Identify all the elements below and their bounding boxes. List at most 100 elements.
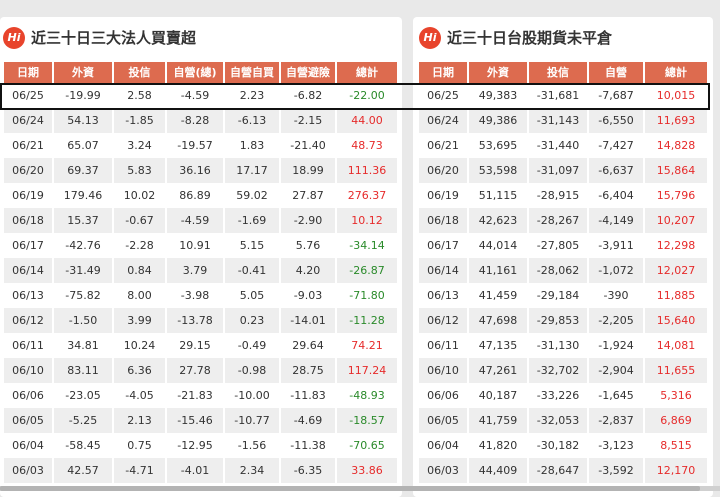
value-cell: 6.36: [114, 358, 167, 383]
date-cell: 06/10: [4, 358, 54, 383]
scrollbar-thumb[interactable]: [0, 486, 700, 491]
table-row[interactable]: 06/18 42,623 -28,267 -4,149 10,207: [419, 208, 707, 233]
total-cell: 14,828: [656, 139, 696, 152]
value-cell: 49,386: [469, 108, 529, 133]
value-cell: -32,702: [529, 358, 589, 383]
value-cell: -1,924: [589, 333, 645, 358]
value-cell: -33,226: [529, 383, 589, 408]
date-cell: 06/04: [419, 433, 469, 458]
value-cell: 53,695: [469, 133, 529, 158]
table-row[interactable]: 06/25 49,383 -31,681 -7,687 10,015: [419, 83, 707, 108]
value-cell: -23.05: [54, 383, 114, 408]
value-cell: -7,687: [589, 83, 645, 108]
total-cell: 12,170: [645, 458, 707, 483]
total-cell: 44.00: [337, 108, 397, 133]
table-row[interactable]: 06/04 41,820 -30,182 -3,123 8,515: [419, 433, 707, 458]
table-row[interactable]: 06/21 65.07 3.24 -19.57 1.83 -21.40 48.73: [4, 133, 397, 158]
value-cell: 8.00: [114, 283, 167, 308]
value-cell: -15.46: [167, 408, 225, 433]
value-cell: -4.71: [114, 458, 167, 483]
date-cell: 06/05: [419, 408, 469, 433]
value-cell: 49,383: [469, 83, 529, 108]
table-row[interactable]: 06/03 42.57 -4.71 -4.01 2.34 -6.35 33.86: [4, 458, 397, 483]
table-row[interactable]: 06/11 34.81 10.24 29.15 -0.49 29.64 74.21: [4, 333, 397, 358]
table-row[interactable]: 06/20 69.37 5.83 36.16 17.17 18.99 111.36: [4, 158, 397, 183]
table-row[interactable]: 06/21 53,695 -31,440 -7,427 14,828: [419, 133, 707, 158]
value-cell: -28,647: [529, 458, 589, 483]
table-row[interactable]: 06/25 -19.99 2.58 -4.59 2.23 -6.82 -22.00: [4, 83, 397, 108]
date-cell: 06/18: [419, 208, 469, 233]
table-row[interactable]: 06/13 41,459 -29,184 -390 11,885: [419, 283, 707, 308]
date-cell: 06/03: [419, 458, 469, 483]
value-cell: -1.69: [225, 208, 281, 233]
table-row[interactable]: 06/19 51,115 -28,915 -6,404 15,796: [419, 183, 707, 208]
value-cell: -2.28: [114, 233, 167, 258]
value-cell: 65.07: [54, 133, 114, 158]
value-cell: 5.05: [225, 283, 281, 308]
value-cell: -30,182: [529, 433, 589, 458]
table-row[interactable]: 06/11 47,135 -31,130 -1,924 14,081: [419, 333, 707, 358]
table-header-row: 日期 外資 投信 自營 總計: [419, 62, 707, 83]
table-row[interactable]: 06/14 -31.49 0.84 3.79 -0.41 4.20 -26.87: [4, 258, 397, 283]
date-cell: 06/19: [4, 183, 54, 208]
date-cell: 06/12: [419, 308, 469, 333]
value-cell: -28,267: [529, 208, 589, 233]
panel-title: 近三十日台股期貨未平倉: [447, 29, 613, 47]
date-cell: 06/06: [419, 383, 469, 408]
column-header: 日期: [419, 62, 469, 83]
value-cell: -3,592: [589, 458, 645, 483]
table-row[interactable]: 06/05 -5.25 2.13 -15.46 -10.77 -4.69 -18.57: [4, 408, 397, 433]
table-row[interactable]: 06/12 47,698 -29,853 -2,205 15,640: [419, 308, 707, 333]
table-row[interactable]: 06/24 49,386 -31,143 -6,550 11,693: [419, 108, 707, 133]
table-row[interactable]: 06/14 41,161 -28,062 -1,072 12,027: [419, 258, 707, 283]
table-row[interactable]: 06/17 44,014 -27,805 -3,911 12,298: [419, 233, 707, 258]
table-row[interactable]: 06/03 44,409 -28,647 -3,592 12,170: [419, 458, 707, 483]
date-cell: 06/11: [4, 333, 54, 358]
table-row[interactable]: 06/05 41,759 -32,053 -2,837 6,869: [419, 408, 707, 433]
value-cell: -6,637: [589, 158, 645, 183]
date-cell: 06/21: [419, 133, 469, 158]
value-cell: -4.05: [114, 383, 167, 408]
value-cell: 15.37: [54, 208, 114, 233]
value-cell: 2.13: [114, 408, 167, 433]
total-cell: -48.93: [349, 389, 385, 402]
value-cell: 54.13: [54, 108, 114, 133]
value-cell: -4.69: [281, 408, 337, 433]
column-header: 外資: [469, 62, 529, 83]
table-row[interactable]: 06/19 179.46 10.02 86.89 59.02 27.87 276.37: [4, 183, 397, 208]
value-cell: -11.83: [281, 383, 337, 408]
table-row[interactable]: 06/10 47,261 -32,702 -2,904 11,655: [419, 358, 707, 383]
value-cell: 41,459: [469, 283, 529, 308]
value-cell: -2.15: [281, 108, 337, 133]
column-header: 投信: [529, 62, 589, 83]
table-row[interactable]: 06/13 -75.82 8.00 -3.98 5.05 -9.03 -71.80: [4, 283, 397, 308]
value-cell: -31,130: [529, 333, 589, 358]
value-cell: -8.28: [167, 108, 225, 133]
value-cell: -1,645: [589, 383, 645, 408]
column-header: 日期: [4, 62, 54, 83]
table-row[interactable]: 06/18 15.37 -0.67 -4.59 -1.69 -2.90 10.12: [4, 208, 397, 233]
table-row[interactable]: 06/20 53,598 -31,097 -6,637 15,864: [419, 158, 707, 183]
table-row[interactable]: 06/06 40,187 -33,226 -1,645 5,316: [419, 383, 707, 408]
value-cell: -75.82: [54, 283, 114, 308]
total-cell: 6,869: [645, 408, 707, 433]
table-row[interactable]: 06/06 -23.05 -4.05 -21.83 -10.00 -11.83 -48.93: [4, 383, 397, 408]
table-row[interactable]: 06/12 -1.50 3.99 -13.78 0.23 -14.01 -11.28: [4, 308, 397, 333]
value-cell: -31,681: [529, 83, 589, 108]
value-cell: 51,115: [469, 183, 529, 208]
date-cell: 06/12: [4, 308, 54, 333]
value-cell: -29,184: [529, 283, 589, 308]
table-row[interactable]: 06/24 54.13 -1.85 -8.28 -6.13 -2.15 44.00: [4, 108, 397, 133]
value-cell: -11.38: [281, 433, 337, 458]
horizontal-scrollbar[interactable]: [0, 486, 720, 491]
value-cell: -42.76: [54, 233, 114, 258]
value-cell: 2.23: [225, 83, 281, 108]
total-cell: -34.14: [349, 239, 385, 252]
value-cell: 40,187: [469, 383, 529, 408]
value-cell: 18.99: [281, 158, 337, 183]
value-cell: -21.40: [281, 133, 337, 158]
institutional-trading-table: 日期 外資 投信 自營(總) 自營自買 自營避險 總計 06/25 -19.99 2.58 -4.…: [4, 62, 397, 483]
table-row[interactable]: 06/04 -58.45 0.75 -12.95 -1.56 -11.38 -70.65: [4, 433, 397, 458]
table-row[interactable]: 06/17 -42.76 -2.28 10.91 5.15 5.76 -34.14: [4, 233, 397, 258]
table-row[interactable]: 06/10 83.11 6.36 27.78 -0.98 28.75 117.24: [4, 358, 397, 383]
